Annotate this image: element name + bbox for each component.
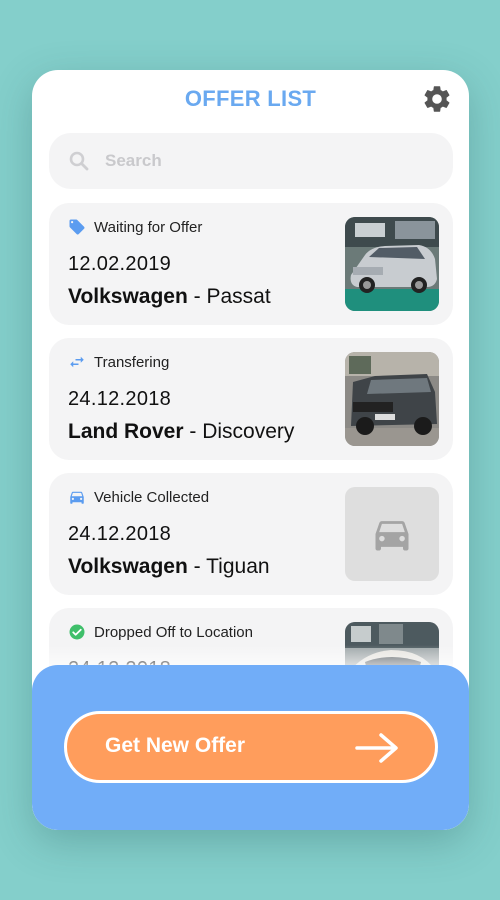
offer-date: 24.12.2018	[68, 523, 172, 545]
car-model: Passat	[206, 285, 271, 308]
offer-status: Vehicle Collected	[68, 488, 209, 506]
car-icon	[68, 488, 86, 506]
status-label: Dropped Off to Location	[94, 623, 253, 641]
search-input[interactable]	[105, 151, 405, 171]
car-placeholder-icon	[345, 487, 439, 581]
status-label: Waiting for Offer	[94, 218, 203, 236]
header: OFFER LIST	[32, 70, 469, 130]
car-make: Volkswagen	[68, 285, 188, 308]
search-bar[interactable]	[49, 133, 453, 189]
offer-status: Waiting for Offer	[68, 218, 202, 236]
offer-date: 12.02.2019	[68, 253, 172, 275]
silver-sedan-photo	[345, 217, 439, 311]
car-make: Land Rover	[68, 420, 184, 443]
car-make: Volkswagen	[68, 555, 188, 578]
offer-date: 24.12.2018	[68, 388, 172, 410]
offer-list-card: OFFER LIST Waiting for Offer 12.02.2019 …	[32, 70, 469, 830]
bottom-panel: Get New Offer	[32, 665, 469, 830]
status-label: Vehicle Collected	[94, 488, 210, 506]
page-title: OFFER LIST	[184, 86, 317, 111]
offer-item[interactable]: Transfering 24.12.2018 Land Rover - Disc…	[49, 338, 453, 460]
car-model: Tiguan	[206, 555, 270, 578]
tag-icon	[68, 218, 86, 236]
search-icon	[69, 151, 89, 171]
car-name: Land Rover - Discovery	[68, 420, 295, 443]
car-model: Discovery	[202, 420, 295, 443]
car-name: Volkswagen - Tiguan	[68, 555, 270, 578]
grey-suv-photo	[345, 352, 439, 446]
check-circle-icon	[68, 623, 86, 641]
offer-status: Transfering	[68, 353, 169, 371]
status-label: Transfering	[94, 353, 170, 371]
car-name: Volkswagen - Passat	[68, 285, 271, 308]
transfer-arrows-icon	[68, 353, 86, 371]
arrow-right-icon	[355, 733, 398, 763]
get-new-offer-button[interactable]: Get New Offer	[64, 711, 438, 783]
gear-icon[interactable]	[421, 83, 453, 115]
offer-status: Dropped Off to Location	[68, 623, 253, 641]
get-new-offer-label: Get New Offer	[105, 734, 246, 757]
offer-item[interactable]: Waiting for Offer 12.02.2019 Volkswagen …	[49, 203, 453, 325]
offer-item[interactable]: Vehicle Collected 24.12.2018 Volkswagen …	[49, 473, 453, 595]
